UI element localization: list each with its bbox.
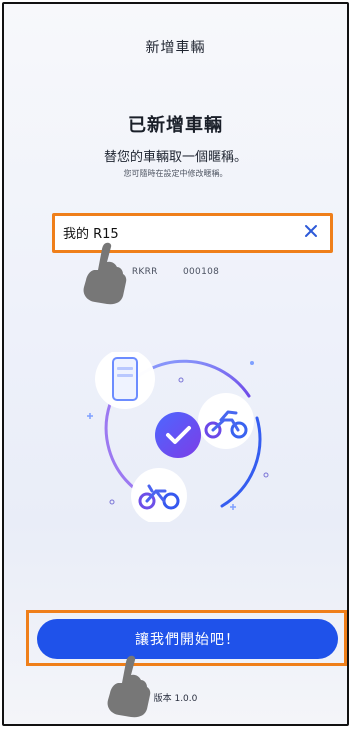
hero-title: 已新增車輛 (128, 115, 223, 136)
close-icon[interactable] (302, 222, 320, 240)
nickname-input[interactable] (61, 224, 290, 241)
hero-subtitle: 替您的車輛取一個暱稱。 (103, 150, 247, 165)
hand-pointer-icon (76, 241, 131, 306)
page-title: 新增車輛 (145, 40, 206, 56)
vehicle-illustration (87, 352, 269, 522)
vehicle-vin: RKRR 000108 (131, 267, 220, 277)
hero-note: 您可隨時在設定中修改暱稱。 (123, 169, 228, 178)
app-screen: 新增車輛 已新增車輛 替您的車輛取一個暱稱。 您可隨時在設定中修改暱稱。 RKR… (2, 2, 349, 726)
start-button[interactable]: 讓我們開始吧！ (37, 619, 338, 659)
app-version: 版本 1.0.0 (153, 694, 198, 704)
hand-pointer-icon (100, 654, 155, 719)
start-button-highlight: 讓我們開始吧！ (26, 610, 347, 666)
